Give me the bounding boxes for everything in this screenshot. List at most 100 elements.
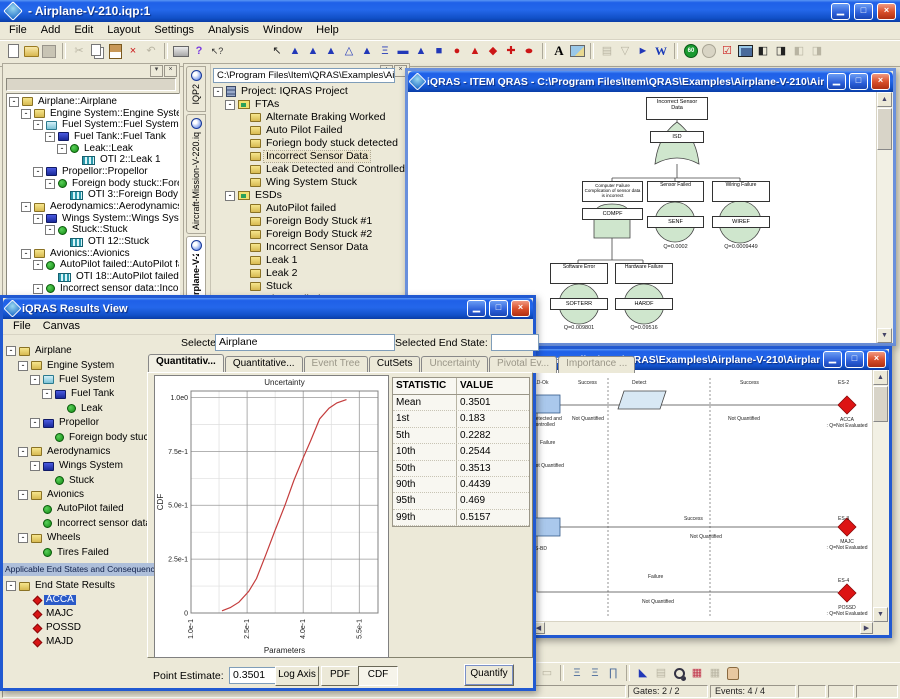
expand-toggle[interactable]: - <box>45 132 55 142</box>
menu-window[interactable]: Window <box>256 22 309 38</box>
quantify-button[interactable]: Quantify <box>464 664 514 686</box>
tree-item[interactable]: Stuck <box>6 474 147 488</box>
expand-toggle[interactable]: - <box>9 97 19 107</box>
tab-quantitativ[interactable]: Quantitativ... <box>148 354 224 373</box>
tree-item[interactable]: MAJC <box>6 607 147 621</box>
tree-item[interactable]: Leak Detected and Controlled <box>213 163 409 176</box>
expand-toggle[interactable]: - <box>225 100 235 110</box>
save-icon[interactable] <box>41 43 57 59</box>
tree-item-label[interactable]: Avionics::Avionics <box>48 249 132 259</box>
tree-item[interactable]: -Aerodynamics <box>6 445 147 459</box>
fault-tree-titlebar[interactable]: iQRAS - ITEM QRAS - C:\Program Files\Ite… <box>408 71 893 92</box>
tree-item[interactable]: Incorrect sensor data <box>6 517 147 531</box>
tree-item-label[interactable]: Airplane <box>33 346 74 356</box>
maximize-button[interactable]: □ <box>854 3 873 20</box>
file-tab-2[interactable]: Aircraft-Mission-V-220.iqp <box>186 114 206 234</box>
scroll-up-icon[interactable]: ▲ <box>873 370 888 385</box>
menu-file[interactable]: File <box>7 319 37 333</box>
disc-icon[interactable] <box>701 43 717 59</box>
tab-cutsets[interactable]: CutSets <box>369 356 421 373</box>
tree-item-label[interactable]: Foreign body stuck <box>67 433 147 443</box>
tree-item-label[interactable]: OTI 18::AutoPilot failed <box>74 272 179 282</box>
scroll-right-icon[interactable]: ▶ <box>860 622 873 634</box>
vertical-scrollbar[interactable]: ▲ ▼ <box>872 370 889 622</box>
tree-item-label[interactable]: Stuck <box>67 476 96 486</box>
overview-icon[interactable]: ▦ <box>689 665 705 681</box>
align-icon[interactable]: ▤ <box>599 43 615 59</box>
tree-item-label[interactable]: FTAs <box>253 99 281 110</box>
tree-item[interactable]: Leak <box>6 402 147 416</box>
scroll-down-icon[interactable]: ▼ <box>873 607 888 622</box>
tree-item-label[interactable]: Fuel System::Fuel System <box>60 120 179 130</box>
or-gate-icon[interactable]: ▲ <box>287 43 303 59</box>
menu-edit[interactable]: Edit <box>67 22 100 38</box>
point-estimate-field[interactable]: 0.3501 <box>229 667 279 684</box>
tab-uncertainty[interactable]: Uncertainty <box>421 356 488 373</box>
tree-item[interactable]: Leak 2 <box>213 267 409 280</box>
priority-gate-icon[interactable]: ▲ <box>323 43 339 59</box>
expand-toggle[interactable]: - <box>18 447 28 457</box>
undo-icon[interactable]: ↶ <box>143 43 159 59</box>
tree-item-label[interactable]: Tires Failed <box>55 548 111 558</box>
ft-branch-box[interactable]: Hardware Failure <box>615 263 673 284</box>
scroll-down-icon[interactable]: ▼ <box>877 328 892 343</box>
tree-item[interactable]: -Engine System <box>6 358 147 372</box>
selected-level-field[interactable]: Airplane <box>215 334 395 351</box>
ft-branch-box[interactable]: Wiring Failure <box>712 181 770 202</box>
ft-event-label[interactable]: HARDF <box>615 298 673 310</box>
new-icon[interactable] <box>5 43 21 59</box>
close-button[interactable]: × <box>877 3 896 20</box>
tree-item-label[interactable]: Foreign Body Stuck #2 <box>264 229 374 240</box>
scroll-up-icon[interactable]: ▲ <box>877 92 892 107</box>
tree-item-label[interactable]: MAJD <box>44 637 75 647</box>
menu-help[interactable]: Help <box>309 22 346 38</box>
tree-item-label[interactable]: OTI 3::Foreign Body Stuck <box>86 190 179 200</box>
expand-toggle[interactable]: - <box>18 361 28 371</box>
triangle-event-icon[interactable]: ▲ <box>413 43 429 59</box>
tree-item-label[interactable]: Wheels <box>45 533 82 543</box>
expand-toggle[interactable]: - <box>45 225 55 235</box>
tree-item-label[interactable]: ESDs <box>253 190 284 201</box>
print-icon[interactable] <box>173 43 189 59</box>
tree-item[interactable]: -Engine System::Engine System <box>9 108 179 120</box>
tree-item-label[interactable]: AutoPilot failed <box>55 504 126 514</box>
tree-item[interactable]: Leak 1 <box>213 254 409 267</box>
expand-toggle[interactable]: - <box>18 533 28 543</box>
tree-item[interactable]: Alternate Braking Worked <box>213 111 409 124</box>
maximize-button[interactable]: □ <box>489 300 508 317</box>
tree-item-label[interactable]: OTI 12::Stuck <box>86 237 151 247</box>
tab-importance[interactable]: Importance ... <box>558 356 635 373</box>
horizontal-scrollbar[interactable]: ◀ ▶ <box>532 621 873 635</box>
pdf-button[interactable]: PDF <box>321 666 359 686</box>
tree-item[interactable]: ACCA <box>6 593 147 607</box>
expand-toggle[interactable]: - <box>21 249 31 259</box>
tree-item-label[interactable]: Incorrect sensor data::Incorrect sensor … <box>58 284 179 294</box>
expand-toggle[interactable]: - <box>33 284 43 294</box>
maximize-button[interactable]: □ <box>849 73 868 90</box>
check-icon[interactable]: ☑ <box>719 43 735 59</box>
tree-item[interactable]: OTI 2::Leak 1 <box>9 154 179 166</box>
tree-item[interactable]: -AutoPilot failed::AutoPilot failed <box>9 260 179 272</box>
tree-item[interactable]: -Fuel System::Fuel System <box>9 119 179 131</box>
book-icon-2[interactable]: ◨ <box>773 43 789 59</box>
tree-item-label[interactable]: End State Results <box>33 581 117 591</box>
tree-item-label[interactable]: Wings System <box>57 461 125 471</box>
results-view-titlebar[interactable]: iQRAS Results View ▁ □ × <box>3 298 533 319</box>
expand-toggle[interactable]: - <box>21 109 31 119</box>
delete-icon[interactable]: × <box>125 43 141 59</box>
fit-page-icon[interactable]: ▦ <box>707 665 723 681</box>
tree-item-label[interactable]: Leak Detected and Controlled <box>264 164 407 175</box>
tab-pivotal-ev[interactable]: Pivotal Ev... <box>489 356 557 373</box>
tree-item-label[interactable]: OTI 2::Leak 1 <box>98 155 163 165</box>
tree-item-label[interactable]: Avionics <box>45 490 86 500</box>
tree-item-label[interactable]: Propellor::Propellor <box>60 167 150 177</box>
ft-gate-label[interactable]: ISD <box>650 131 704 143</box>
select-cursor-icon[interactable]: ↖ <box>269 43 285 59</box>
project-path-field[interactable]: C:\Program Files\Item\QRAS\Examples\Airp… <box>213 68 395 83</box>
ft-branch-box[interactable]: Software Error <box>550 263 608 284</box>
help-icon[interactable]: ? <box>191 43 207 59</box>
tree-item-label[interactable]: Wing System Stuck <box>264 177 359 188</box>
expand-toggle[interactable]: - <box>225 191 235 201</box>
tree-item-label[interactable]: Leak 2 <box>264 268 300 279</box>
expand-toggle[interactable]: - <box>57 144 67 154</box>
